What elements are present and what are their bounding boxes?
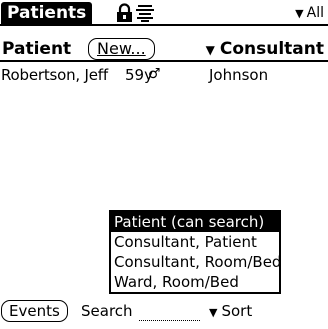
list-header: Patient New... ▼ Consultant bbox=[0, 38, 328, 62]
patient-list: Robertson, Jeff 59y ♂ Johnson bbox=[0, 64, 328, 86]
sort-popup-menu: Patient (can search) Consultant, Patient… bbox=[109, 210, 281, 294]
triangle-down-icon: ▼ bbox=[205, 43, 215, 57]
header-divider bbox=[0, 60, 328, 62]
category-label: All bbox=[306, 5, 324, 21]
category-picker[interactable]: ▼ All bbox=[295, 3, 324, 24]
sort-option-consultant-room[interactable]: Consultant, Room/Bed bbox=[111, 252, 281, 272]
triangle-down-icon: ▼ bbox=[209, 306, 218, 319]
title-bar: Patients ▼ All bbox=[0, 2, 328, 28]
events-button[interactable]: Events bbox=[1, 300, 68, 322]
sort-option-ward-room[interactable]: Ward, Room/Bed bbox=[111, 272, 279, 292]
patient-consultant: Johnson bbox=[209, 66, 269, 84]
signal-icon[interactable] bbox=[136, 4, 154, 22]
title-divider bbox=[0, 24, 328, 26]
consultant-column-label: Consultant bbox=[219, 39, 324, 59]
bottom-bar: Events Search ▼ Sort bbox=[0, 300, 328, 324]
patients-screen: Patients ▼ All Patient New... ▼ Consultant… bbox=[0, 0, 328, 329]
patient-name: Robertson, Jeff bbox=[1, 66, 108, 84]
new-patient-button[interactable]: New... bbox=[88, 38, 155, 60]
triangle-down-icon: ▼ bbox=[295, 7, 304, 20]
sort-picker[interactable]: ▼ Sort bbox=[209, 301, 252, 323]
sort-label: Sort bbox=[221, 302, 253, 320]
search-label: Search bbox=[81, 302, 133, 320]
lock-icon[interactable] bbox=[115, 3, 134, 23]
app-title[interactable]: Patients bbox=[1, 2, 93, 25]
consultant-column-picker[interactable]: ▼ Consultant bbox=[206, 38, 324, 61]
search-input[interactable] bbox=[139, 301, 200, 321]
patient-column-header: Patient bbox=[2, 39, 72, 59]
sort-option-patient[interactable]: Patient (can search) bbox=[111, 212, 279, 232]
male-icon: ♂ bbox=[148, 66, 161, 82]
patient-row[interactable]: Robertson, Jeff 59y ♂ Johnson bbox=[0, 64, 328, 86]
sort-option-consultant-patient[interactable]: Consultant, Patient bbox=[111, 232, 279, 252]
